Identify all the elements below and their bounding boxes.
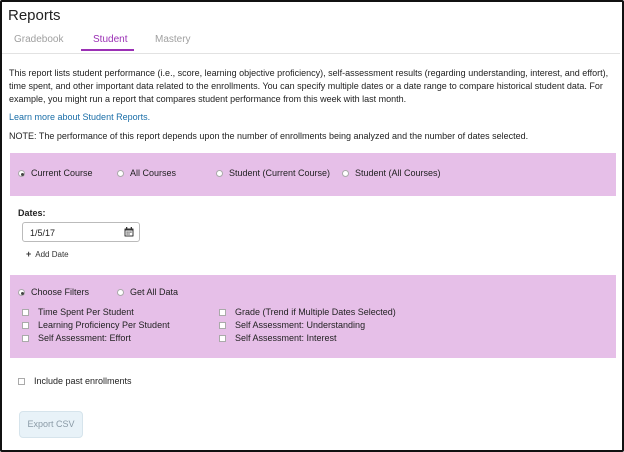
tab-gradebook[interactable]: Gradebook	[14, 34, 63, 45]
radio-student-all-courses[interactable]: Student (All Courses)	[342, 168, 441, 178]
checkbox-icon	[219, 322, 226, 329]
checkbox-icon	[22, 322, 29, 329]
radio-icon	[216, 170, 223, 177]
checkbox-label: Learning Proficiency Per Student	[38, 320, 170, 330]
radio-label: All Courses	[130, 168, 177, 178]
checkbox-label: Include past enrollments	[34, 376, 132, 386]
checkbox-self-assessment-understanding[interactable]: Self Assessment: Understanding	[219, 320, 365, 330]
checkbox-icon	[22, 335, 29, 342]
checkbox-label: Grade (Trend if Multiple Dates Selected)	[235, 307, 396, 317]
checkbox-label: Self Assessment: Effort	[38, 333, 131, 343]
checkbox-label: Self Assessment: Interest	[235, 333, 337, 343]
learn-more-link[interactable]: Learn more about Student Reports.	[9, 112, 150, 122]
checkbox-icon	[219, 335, 226, 342]
radio-label: Choose Filters	[31, 287, 90, 297]
radio-all-courses[interactable]: All Courses	[117, 168, 176, 178]
checkbox-label: Self Assessment: Understanding	[235, 320, 366, 330]
radio-icon	[117, 289, 124, 296]
page-title: Reports	[8, 7, 61, 24]
radio-label: Student (Current Course)	[229, 168, 331, 178]
checkbox-grade[interactable]: Grade (Trend if Multiple Dates Selected)	[219, 307, 396, 317]
tab-mastery[interactable]: Mastery	[155, 34, 191, 45]
report-description: This report lists student performance (i…	[9, 68, 609, 105]
plus-icon: +	[26, 249, 32, 259]
radio-selected-icon	[18, 289, 25, 296]
date-value: 1/5/17	[30, 228, 56, 238]
checkbox-label: Time Spent Per Student	[38, 307, 134, 317]
tab-student[interactable]: Student	[93, 34, 127, 45]
checkbox-self-assessment-effort[interactable]: Self Assessment: Effort	[22, 333, 131, 343]
radio-label: Current Course	[31, 168, 93, 178]
checkbox-include-past-enrollments[interactable]: Include past enrollments	[18, 376, 132, 386]
export-csv-button[interactable]: Export CSV	[19, 411, 83, 438]
radio-current-course[interactable]: Current Course	[18, 168, 93, 178]
radio-icon	[342, 170, 349, 177]
radio-label: Student (All Courses)	[355, 168, 441, 178]
radio-selected-icon	[18, 170, 25, 177]
checkbox-icon	[22, 309, 29, 316]
checkbox-time-spent[interactable]: Time Spent Per Student	[22, 307, 134, 317]
tabs-divider	[2, 53, 620, 54]
checkbox-learning-proficiency[interactable]: Learning Proficiency Per Student	[22, 320, 170, 330]
radio-student-current-course[interactable]: Student (Current Course)	[216, 168, 330, 178]
date-field[interactable]: 1/5/17	[22, 222, 140, 242]
radio-label: Get All Data	[130, 287, 179, 297]
calendar-icon[interactable]	[124, 227, 134, 237]
radio-icon	[117, 170, 124, 177]
radio-choose-filters[interactable]: Choose Filters	[18, 287, 89, 297]
active-tab-indicator	[81, 49, 134, 51]
performance-note: NOTE: The performance of this report dep…	[9, 131, 529, 141]
checkbox-self-assessment-interest[interactable]: Self Assessment: Interest	[219, 333, 337, 343]
dates-label: Dates:	[18, 208, 46, 218]
checkbox-icon	[219, 309, 226, 316]
add-date-label: Add Date	[35, 250, 69, 259]
radio-get-all-data[interactable]: Get All Data	[117, 287, 178, 297]
add-date-button[interactable]: + Add Date	[26, 249, 69, 259]
checkbox-icon	[18, 378, 25, 385]
